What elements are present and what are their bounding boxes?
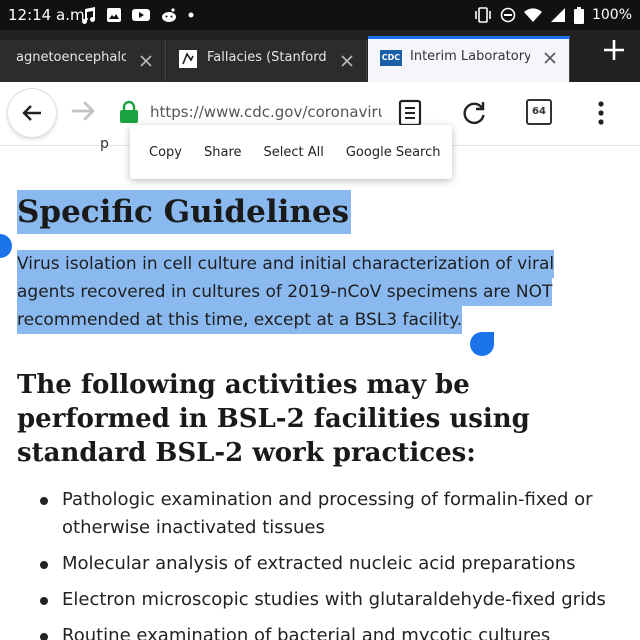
youtube-icon [132, 9, 150, 21]
bullet [40, 597, 48, 605]
notification-icons [80, 4, 194, 26]
copy-button[interactable]: Copy [138, 145, 193, 160]
list-item: Electron microscopic studies with glutar… [0, 586, 620, 614]
arrow-right-icon[interactable] [68, 96, 98, 126]
battery-icon [573, 6, 584, 24]
tab-strip: agnetoencephalog Fallacies (Stanford E C… [0, 30, 640, 82]
list-item-text: Molecular analysis of extracted nucleic … [62, 553, 576, 574]
do-not-disturb-icon [500, 7, 516, 23]
tab-switcher-button[interactable]: 64 [526, 99, 552, 125]
select-all-button[interactable]: Select All [253, 145, 335, 160]
bullet [40, 633, 48, 640]
activity-list: Pathologic examination and processing of… [0, 486, 640, 640]
tab-magnetoencephalography[interactable]: agnetoencephalog [0, 40, 166, 82]
tab-title: agnetoencephalog [16, 50, 126, 65]
reddit-icon [162, 8, 176, 22]
lock-icon[interactable] [118, 100, 140, 124]
status-bar: 12:14 a.m. 100% [0, 0, 640, 30]
close-tab-icon[interactable] [340, 54, 354, 68]
battery-level: 100% [591, 7, 632, 23]
tab-fallacies[interactable]: Fallacies (Stanford E [167, 40, 367, 82]
paragraph-line: agents recovered in cultures of 2019-nCo… [17, 278, 553, 306]
cell-signal-icon [550, 8, 565, 22]
list-item: Molecular analysis of extracted nucleic … [0, 550, 620, 578]
partial-text: p [100, 136, 109, 152]
clock: 12:14 a.m. [8, 6, 90, 24]
music-note-icon [82, 7, 96, 24]
bullet [40, 561, 48, 569]
image-icon [107, 8, 121, 22]
tab-title: Fallacies (Stanford E [207, 50, 331, 65]
paragraph-line: Virus isolation in cell culture and init… [17, 250, 555, 278]
google-search-button[interactable]: Google Search [335, 145, 452, 160]
tab-title: Interim Laboratory B [410, 49, 530, 64]
list-item-text: Pathologic examination and processing of… [62, 489, 593, 538]
list-item-text: Electron microscopic studies with glutar… [62, 589, 606, 610]
list-item-text: Routine examination of bacterial and myc… [62, 625, 551, 640]
reload-icon[interactable] [460, 99, 488, 127]
url-field[interactable]: https://www.cdc.gov/coronaviru [150, 103, 382, 121]
selection-handle-end[interactable] [470, 332, 494, 356]
reader-mode-icon[interactable] [398, 99, 422, 127]
list-item: Pathologic examination and processing of… [0, 486, 620, 542]
section-heading[interactable]: Specific Guidelines [17, 190, 352, 234]
new-tab-icon[interactable] [602, 38, 626, 62]
dot-icon [188, 12, 194, 18]
bullet [40, 497, 48, 505]
arrow-left-icon [22, 105, 41, 121]
tab-interim-laboratory[interactable]: CDC Interim Laboratory B [368, 36, 570, 82]
vibrate-icon [475, 7, 491, 23]
overflow-menu-icon[interactable] [590, 100, 612, 126]
list-item: Routine examination of bacterial and myc… [0, 622, 620, 640]
selection-handle-start[interactable] [0, 234, 12, 258]
cdc-favicon: CDC [380, 50, 402, 66]
paragraph-line: recommended at this time, except at a BS… [17, 306, 463, 334]
close-tab-icon[interactable] [543, 51, 557, 65]
back-button[interactable] [8, 89, 56, 137]
article-content: p Specific Guidelines Virus isolation in… [0, 136, 640, 640]
tab-count: 64 [532, 106, 546, 117]
share-button[interactable]: Share [193, 145, 253, 160]
subheading: The following activities may be performe… [17, 370, 530, 468]
close-tab-icon[interactable] [139, 54, 153, 68]
system-icons: 100% [474, 4, 632, 26]
stanford-encyclopedia-favicon [179, 50, 197, 68]
wifi-icon [523, 8, 542, 22]
text-selection-menu: Copy Share Select All Google Search [130, 125, 452, 179]
